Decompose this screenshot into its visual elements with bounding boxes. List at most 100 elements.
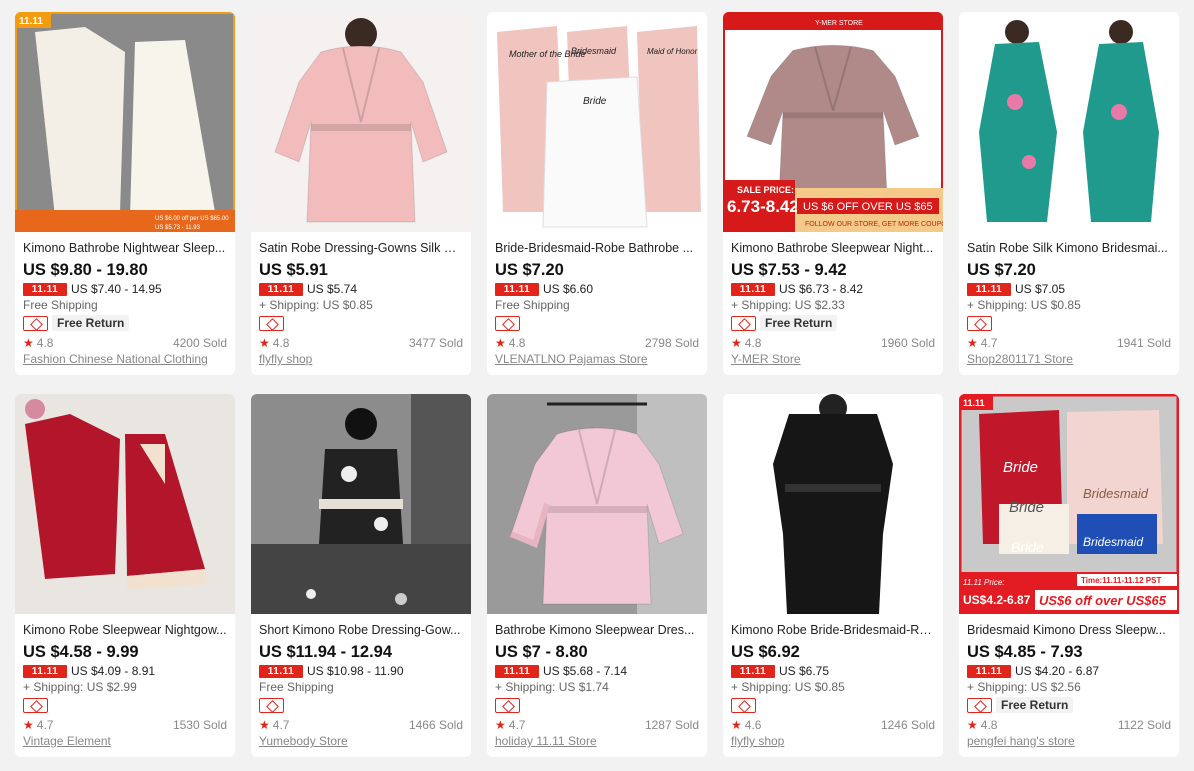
product-card[interactable]: Bathrobe Kimono Sleepwear Dres... US $7 …: [487, 394, 707, 757]
promo-row: 11.11 US $6.75: [731, 663, 935, 679]
product-title[interactable]: Bridesmaid Kimono Dress Sleepw...: [967, 622, 1171, 639]
star-icon: ★: [259, 718, 270, 732]
store-link[interactable]: VLENATLNO Pajamas Store: [495, 351, 699, 368]
store-link[interactable]: Y-MER Store: [731, 351, 935, 368]
promo-badge: 11.11: [259, 282, 303, 296]
offer: US$6 off over US$65: [1039, 593, 1167, 608]
product-image[interactable]: [251, 12, 471, 232]
rating: ★ 4.7: [23, 718, 53, 732]
product-card[interactable]: Kimono Robe Bride-Bridesmaid-Ro... US $6…: [723, 394, 943, 757]
shipping-info: Free Shipping: [259, 680, 334, 694]
store-link[interactable]: flyfly shop: [731, 733, 935, 750]
store-tag: Y-MER STORE: [815, 20, 863, 27]
rating: ★ 4.7: [967, 336, 997, 350]
star-icon: ★: [731, 718, 742, 732]
promo-price: US $4.20 - 6.87: [1015, 664, 1100, 678]
label-maid: Maid of Honor: [647, 47, 698, 56]
rating-value: 4.8: [744, 336, 762, 350]
product-image[interactable]: [251, 394, 471, 614]
product-title[interactable]: Kimono Robe Bride-Bridesmaid-Ro...: [731, 622, 935, 639]
store-link[interactable]: Yumebody Store: [259, 733, 463, 750]
promo-badge: 11.11: [731, 664, 775, 678]
product-image[interactable]: [723, 394, 943, 614]
badges-row: Free Return: [731, 314, 935, 332]
star-icon: ★: [495, 718, 506, 732]
store-link[interactable]: holiday 11.11 Store: [495, 733, 699, 750]
badges-row: [495, 696, 699, 714]
promo-badge: 11.11: [495, 282, 539, 296]
product-title[interactable]: Kimono Robe Sleepwear Nightgow...: [23, 622, 227, 639]
stats-row: ★ 4.7 1466 Sold: [259, 717, 463, 733]
product-price: US $4.58 - 9.99: [23, 643, 139, 661]
product-title[interactable]: Kimono Bathrobe Sleepwear Night...: [731, 240, 935, 257]
sold-count: 1122 Sold: [1117, 718, 1171, 732]
product-price: US $5.91: [259, 261, 328, 279]
coupon-icon: [259, 315, 284, 331]
product-price: US $6.92: [731, 643, 800, 661]
product-price: US $7 - 8.80: [495, 643, 588, 661]
product-image[interactable]: [15, 394, 235, 614]
star-icon: ★: [259, 336, 270, 350]
stats-row: ★ 4.7 1287 Sold: [495, 717, 699, 733]
label-bridesmaid: Bridesmaid: [571, 46, 617, 56]
product-card[interactable]: Mother of the Bride Bridesmaid Maid of H…: [487, 12, 707, 375]
badges-row: Free Return: [23, 314, 227, 332]
label-4: Bride: [1011, 539, 1044, 555]
label-bride: Bride: [583, 96, 607, 107]
offer: US $6 OFF OVER US $65: [803, 201, 933, 213]
promo-price: US $4.09 - 8.91: [71, 664, 156, 678]
product-title[interactable]: Bathrobe Kimono Sleepwear Dres...: [495, 622, 699, 639]
store-link[interactable]: flyfly shop: [259, 351, 463, 368]
sale-price: 6.73-8.42: [727, 197, 799, 216]
promo-badge: 11.11: [495, 664, 539, 678]
product-title[interactable]: Bride-Bridesmaid-Robe Bathrobe ...: [495, 240, 699, 257]
stats-row: ★ 4.8 1122 Sold: [967, 717, 1171, 733]
rating: ★ 4.8: [23, 336, 53, 350]
rating: ★ 4.6: [731, 718, 761, 732]
stats-row: ★ 4.7 1941 Sold: [967, 335, 1171, 351]
follow: FOLLOW OUR STORE, GET MORE COUPONS: [805, 221, 943, 228]
product-title[interactable]: Satin Robe Dressing-Gowns Silk Ki...: [259, 240, 463, 257]
stats-row: ★ 4.7 1530 Sold: [23, 717, 227, 733]
strip-price: US $5.73 - 11.93: [155, 225, 201, 231]
product-card[interactable]: Satin Robe Dressing-Gowns Silk Ki... US …: [251, 12, 471, 375]
store-link[interactable]: pengfei hang's store: [967, 733, 1171, 750]
rating-value: 4.8: [980, 718, 998, 732]
rating: ★ 4.7: [259, 718, 289, 732]
label-1: Bride: [1003, 459, 1038, 476]
product-title[interactable]: Satin Robe Silk Kimono Bridesmai...: [967, 240, 1171, 257]
free-return-badge: Free Return: [52, 315, 130, 331]
store-link[interactable]: Vintage Element: [23, 733, 227, 750]
badges-row: [967, 314, 1171, 332]
promo-badge: 11.11: [967, 282, 1011, 296]
product-price: US $7.53 - 9.42: [731, 261, 847, 279]
product-image[interactable]: Bride Bridesmaid Bride Bride Bridesmaid …: [959, 394, 1179, 614]
product-title[interactable]: Kimono Bathrobe Nightwear Sleep...: [23, 240, 227, 257]
sold-count: 4200 Sold: [172, 336, 227, 350]
price-label: 11.11 Price:: [963, 578, 1005, 587]
rating-value: 4.7: [272, 718, 290, 732]
product-image[interactable]: Mother of the Bride Bridesmaid Maid of H…: [487, 12, 707, 232]
product-card[interactable]: 11.11 US $6.00 off per US $65.00 US $5.7…: [15, 12, 235, 375]
product-image[interactable]: Y-MER STORE SALE PRICE: 6.73-8.42 US $6 …: [723, 12, 943, 232]
product-image[interactable]: [959, 12, 1179, 232]
product-card[interactable]: Satin Robe Silk Kimono Bridesmai... US $…: [959, 12, 1179, 375]
store-link[interactable]: Fashion Chinese National Clothing: [23, 351, 227, 368]
label-2: Bridesmaid: [1083, 486, 1149, 501]
coupon-icon: [967, 315, 992, 331]
stats-row: ★ 4.8 4200 Sold: [23, 335, 227, 351]
product-title[interactable]: Short Kimono Robe Dressing-Gow...: [259, 622, 463, 639]
star-icon: ★: [731, 336, 742, 350]
product-card[interactable]: Bride Bridesmaid Bride Bride Bridesmaid …: [959, 394, 1179, 757]
label-3: Bride: [1009, 499, 1044, 516]
promo-row: 11.11 US $10.98 - 11.90: [259, 663, 463, 679]
corner-tag: 11.11: [19, 16, 43, 27]
product-image[interactable]: 11.11 US $6.00 off per US $65.00 US $5.7…: [15, 12, 235, 232]
product-card[interactable]: Kimono Robe Sleepwear Nightgow... US $4.…: [15, 394, 235, 757]
promo-price: US $10.98 - 11.90: [307, 664, 404, 678]
store-link[interactable]: Shop2801171 Store: [967, 351, 1171, 368]
promo-badge: 11.11: [259, 664, 303, 678]
product-card[interactable]: Y-MER STORE SALE PRICE: 6.73-8.42 US $6 …: [723, 12, 943, 375]
product-card[interactable]: Short Kimono Robe Dressing-Gow... US $11…: [251, 394, 471, 757]
product-image[interactable]: [487, 394, 707, 614]
